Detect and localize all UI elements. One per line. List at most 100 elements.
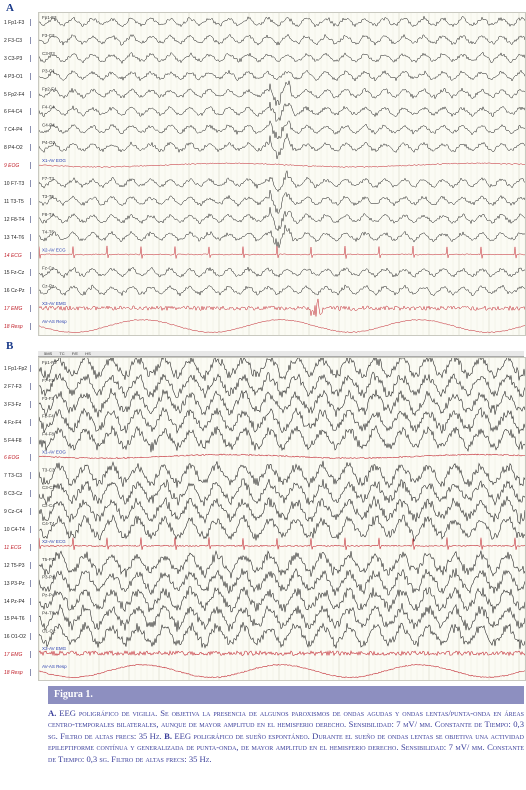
eeg-trace-5 xyxy=(39,80,525,106)
eeg-trace-4 xyxy=(39,406,525,434)
trace-montage-tag: X2-AV ECG xyxy=(42,539,66,544)
trace-montage-tag: O1-O2 xyxy=(42,628,56,633)
channel-label: 11 T3-T5 xyxy=(4,197,38,205)
eeg-trace-10 xyxy=(39,514,525,542)
trace-montage-tag: F4-C4 xyxy=(42,104,55,109)
trace-montage-tag: F7-T3 xyxy=(42,176,54,181)
eeg-trace-14 xyxy=(39,586,525,614)
channel-label: 6 F4-C4 xyxy=(4,108,38,116)
channel-label: 5 Fp2-F4 xyxy=(4,90,38,98)
channel-scale-icon xyxy=(30,633,36,641)
channel-label: 14 Pz-P4 xyxy=(4,597,38,605)
channel-scale-icon xyxy=(30,490,36,498)
trace-montage-tag: F3-C3 xyxy=(42,33,55,38)
trace-montage-tag: T5-P3 xyxy=(42,557,55,562)
channel-label: 1 Fp1-F3 xyxy=(4,18,38,26)
trace-montage-tag: Fz-F4 xyxy=(42,414,54,419)
trace-montage-tag: X1-AV EOG xyxy=(42,158,66,163)
panel-a-letter: A xyxy=(6,2,14,14)
trace-montage-tag: C3-P3 xyxy=(42,51,55,56)
channel-scale-icon xyxy=(30,525,36,533)
eeg-trace-1 xyxy=(39,15,525,28)
trace-montage-tag: F7-F3 xyxy=(42,378,54,383)
channel-label: 15 P4-T6 xyxy=(4,615,38,623)
trace-montage-tag: T3-C3 xyxy=(42,467,55,472)
channel-label: 9 Cz-C4 xyxy=(4,508,38,516)
channel-scale-icon xyxy=(30,364,36,372)
trace-montage-tag: X2-AV ECG xyxy=(42,248,66,253)
channel-label: 4 Fz-F4 xyxy=(4,418,38,426)
channel-scale-icon xyxy=(30,597,36,605)
channel-label: 12 T5-P3 xyxy=(4,561,38,569)
channel-scale-icon xyxy=(30,382,36,390)
channel-scale-icon xyxy=(30,287,36,295)
eeg-trace-9 xyxy=(39,162,525,168)
channel-label: 13 T4-T6 xyxy=(4,233,38,241)
eeg-trace-7 xyxy=(39,119,525,140)
eeg-trace-11 xyxy=(39,189,525,214)
eeg-trace-2 xyxy=(39,33,525,47)
eeg-trace-16 xyxy=(39,284,525,297)
trace-montage-tag: F4-F8 xyxy=(42,432,54,437)
trace-montage-tag: T3-T5 xyxy=(42,194,54,199)
eeg-trace-15 xyxy=(39,602,525,632)
channel-scale-icon xyxy=(30,400,36,408)
channel-scale-icon xyxy=(30,669,36,677)
channel-label: 4 P3-O1 xyxy=(4,72,38,80)
trace-montage-tag: P3-O1 xyxy=(42,69,56,74)
eeg-trace-3 xyxy=(39,51,525,65)
channel-label: 16 Cz-Pz xyxy=(4,287,38,295)
trace-montage-tag: AV-AS Resp xyxy=(42,664,67,669)
channel-scale-icon xyxy=(30,472,36,480)
channel-scale-icon xyxy=(30,436,36,444)
channel-label: 18 Resp xyxy=(4,669,38,677)
caption-a-letter: A. xyxy=(48,708,57,718)
channel-label: 13 P3-Pz xyxy=(4,579,38,587)
channel-label: 8 C3-Cz xyxy=(4,490,38,498)
channel-scale-icon xyxy=(30,561,36,569)
channel-scale-icon xyxy=(30,543,36,551)
channel-scale-icon xyxy=(30,323,36,331)
figure-caption-title: Figura 1. xyxy=(48,686,524,704)
eeg-trace-12 xyxy=(39,550,525,579)
eeg-trace-12 xyxy=(39,207,525,232)
panel-b-eeg-recording: Fp1-F3 F7-F3 F3-Fz Fz-F4 F4-F8 X1-AV EOG T3-C3… xyxy=(38,357,526,681)
channel-label: 15 Fz-Cz xyxy=(4,269,38,277)
channel-label: 16 O1-O2 xyxy=(4,633,38,641)
channel-scale-icon xyxy=(30,126,36,134)
channel-scale-icon xyxy=(30,197,36,205)
trace-montage-tag: Cz-Pz xyxy=(42,283,55,288)
eeg-trace-7 xyxy=(39,460,525,489)
panel-b-letter: B xyxy=(6,340,14,352)
trace-montage-tag: Fp1-F3 xyxy=(42,15,57,20)
channel-label: 3 F3-Fz xyxy=(4,400,38,408)
channel-scale-icon xyxy=(30,36,36,44)
eeg-trace-4 xyxy=(39,69,525,82)
eeg-trace-8 xyxy=(39,133,525,160)
trace-montage-tag: C4-P4 xyxy=(42,122,55,127)
channel-scale-icon xyxy=(30,508,36,516)
toolbar-item: HS xyxy=(85,351,91,356)
channel-scale-icon xyxy=(30,179,36,187)
panel-a-eeg-recording: Fp1-F3 F3-C3 C3-P3 P3-O1 Fp2-F4 F4-C4 C4-P4 P4-… xyxy=(38,12,526,336)
figure-caption: A. EEG poligráfico de vigilia. Se objeti… xyxy=(48,708,524,765)
toolbar-item: 5MS xyxy=(44,351,53,356)
panel-b-traces: Fp1-F3 F7-F3 F3-Fz Fz-F4 F4-F8 X1-AV EOG T3-C3… xyxy=(39,358,525,680)
eeg-trace-17 xyxy=(39,298,525,317)
trace-montage-tag: X3-AV EMG xyxy=(42,646,67,651)
trace-montage-tag: T4-T6 xyxy=(42,230,54,235)
panel-b-channel-labels: 1 Fp1-Fp2 2 F7-F3 3 F3-Fz 4 Fz-F4 5 F4-F8 6 E… xyxy=(0,360,38,678)
trace-montage-tag: P4-O2 xyxy=(42,140,56,145)
channel-scale-icon xyxy=(30,233,36,241)
eeg-trace-2 xyxy=(39,371,525,399)
channel-scale-icon xyxy=(30,215,36,223)
channel-label: 6 EOG xyxy=(4,454,38,462)
channel-label: 12 F8-T4 xyxy=(4,215,38,223)
channel-scale-icon xyxy=(30,579,36,587)
channel-label: 1 Fp1-Fp2 xyxy=(4,364,38,372)
channel-scale-icon xyxy=(30,72,36,80)
channel-label: 2 F7-F3 xyxy=(4,382,38,390)
channel-scale-icon xyxy=(30,54,36,62)
eeg-trace-6 xyxy=(39,453,525,460)
trace-montage-tag: Cz-C4 xyxy=(42,503,55,508)
